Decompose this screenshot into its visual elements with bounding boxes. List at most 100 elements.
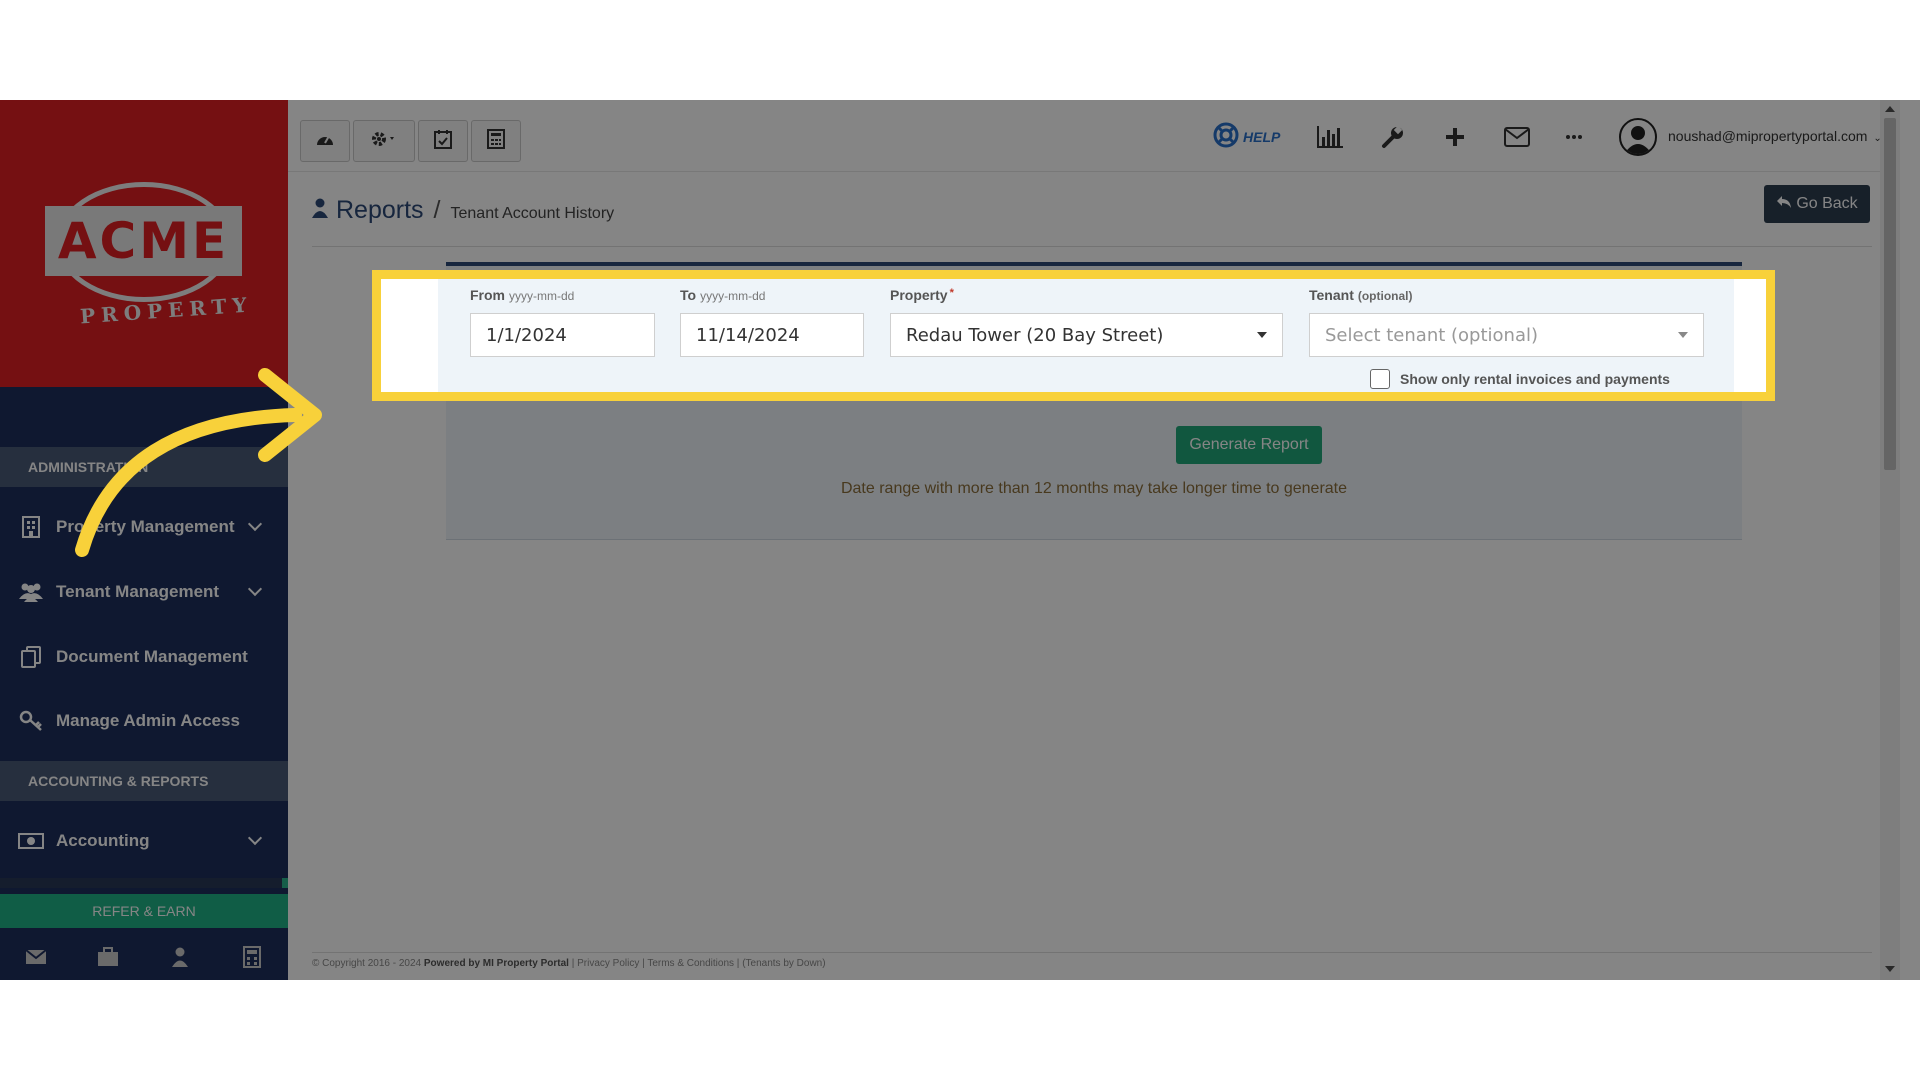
user-menu[interactable]: noushad@mipropertyportal.com ⌄ [1668, 128, 1882, 144]
screen: ACME PROPERTY ADMINISTRATION Property Ma… [0, 100, 1920, 980]
briefcase-icon[interactable] [93, 944, 123, 970]
sidebar-divider [0, 878, 288, 888]
highlight-box: From yyyy-mm-dd 1/1/2024 To yyyy-mm-dd 11/… [372, 270, 1775, 401]
scrollbar[interactable] [1880, 100, 1900, 980]
page-subtitle: Tenant Account History [450, 205, 615, 222]
to-date-input[interactable]: 11/14/2024 [680, 313, 864, 357]
go-back-label: Go Back [1796, 195, 1858, 212]
from-hint: yyyy-mm-dd [509, 289, 575, 303]
property-label: Property * [890, 287, 954, 303]
from-label: From yyyy-mm-dd [470, 287, 574, 303]
logo-subtext: PROPERTY [79, 292, 254, 329]
tenant-hint: (optional) [1357, 289, 1413, 303]
calendar-check-icon [434, 129, 452, 154]
caret-down-icon [1257, 332, 1267, 338]
to-hint: yyyy-mm-dd [700, 289, 766, 303]
calculator-icon[interactable] [237, 944, 267, 970]
breadcrumb-separator: / [433, 196, 441, 224]
sidebar-item-tenant-management[interactable]: Tenant Management [0, 562, 288, 622]
section-administration: ADMINISTRATION [0, 447, 288, 487]
sidebar-item-manage-admin-access[interactable]: Manage Admin Access [0, 691, 288, 751]
settings-dropdown-button[interactable] [353, 120, 415, 162]
footer: © Copyright 2016 - 2024 Powered by MI Pr… [312, 958, 826, 969]
gear-icon [370, 130, 398, 153]
scroll-down-icon[interactable] [1885, 966, 1895, 972]
terms-link[interactable]: Terms & Conditions [647, 958, 734, 969]
chevron-down-icon [247, 581, 263, 597]
dashboard-button[interactable] [300, 120, 350, 162]
life-ring-icon [1213, 122, 1239, 153]
sidebar-bottom-bar [0, 934, 288, 980]
building-icon [18, 516, 44, 538]
sidebar-item-document-management[interactable]: Document Management [0, 627, 288, 687]
refer-earn-button[interactable]: REFER & EARN [0, 894, 288, 928]
footer-divider [312, 952, 1872, 953]
rental-only-label: Show only rental invoices and payments [1400, 371, 1670, 387]
nav-spacer [0, 387, 288, 447]
go-back-button[interactable]: Go Back [1764, 185, 1870, 223]
user-icon [312, 198, 328, 223]
calculator-button[interactable] [471, 120, 521, 162]
date-range-warning: Date range with more than 12 months may … [840, 480, 1348, 497]
from-date-input[interactable]: 1/1/2024 [470, 313, 655, 357]
envelope-icon[interactable] [21, 944, 51, 970]
caret-down-icon [1678, 332, 1688, 338]
money-icon [18, 830, 44, 852]
sidebar-item-label: Manage Admin Access [56, 711, 240, 730]
sidebar-item-label: Property Management [56, 517, 235, 536]
tenant-label: Tenant (optional) [1309, 287, 1413, 303]
breadcrumb: Reports / Tenant Account History [312, 196, 614, 225]
from-date-value: 1/1/2024 [486, 324, 567, 346]
envelope-icon[interactable] [1504, 122, 1530, 152]
rental-only-checkbox[interactable] [1370, 369, 1390, 389]
plus-icon[interactable] [1444, 122, 1466, 152]
scroll-thumb[interactable] [1884, 118, 1896, 470]
page-title: Reports [336, 196, 424, 224]
sidebar-item-accounting[interactable]: Accounting [0, 811, 288, 871]
tenant-label-text: Tenant [1309, 287, 1354, 303]
documents-icon [18, 646, 44, 668]
users-icon [18, 581, 44, 603]
sidebar-item-label: Tenant Management [56, 582, 220, 601]
tenant-select[interactable]: Select tenant (optional) [1309, 313, 1704, 357]
user-icon[interactable] [165, 944, 195, 970]
calculator-icon [487, 128, 505, 154]
highlight-inner: From yyyy-mm-dd 1/1/2024 To yyyy-mm-dd 11/… [381, 279, 1766, 392]
generate-report-button[interactable]: Generate Report [1176, 426, 1322, 464]
avatar[interactable] [1619, 118, 1657, 156]
help-button[interactable]: HELP [1213, 122, 1280, 152]
sidebar: ACME PROPERTY ADMINISTRATION Property Ma… [0, 100, 288, 980]
property-select[interactable]: Redau Tower (20 Bay Street) [890, 313, 1283, 357]
to-label-text: To [680, 287, 697, 303]
rental-only-option[interactable]: Show only rental invoices and payments [1370, 369, 1670, 389]
to-date-value: 11/14/2024 [696, 324, 800, 346]
privacy-link[interactable]: Privacy Policy [577, 958, 639, 969]
chevron-down-icon [247, 516, 263, 532]
sidebar-item-property-management[interactable]: Property Management [0, 497, 288, 557]
tenant-placeholder: Select tenant (optional) [1325, 324, 1539, 346]
logo-text: ACME [57, 212, 230, 270]
dashboard-icon [315, 131, 335, 152]
footer-powered[interactable]: Powered by MI Property Portal [424, 958, 569, 969]
scroll-up-icon[interactable] [1885, 106, 1895, 112]
section-accounting-reports: ACCOUNTING & REPORTS [0, 761, 288, 801]
chevron-down-icon [247, 830, 263, 846]
reply-icon [1776, 195, 1792, 214]
calendar-button[interactable] [418, 120, 468, 162]
bar-chart-icon[interactable] [1316, 122, 1344, 152]
ellipsis-icon[interactable] [1565, 122, 1583, 152]
sidebar-item-label: Accounting [56, 831, 150, 850]
report-filter-form: From yyyy-mm-dd 1/1/2024 To yyyy-mm-dd 11/… [438, 279, 1734, 392]
footer-tenants: (Tenants by Down) [742, 958, 826, 969]
topbar: HELP noushad@mipropertyportal.com ⌄ [288, 100, 1900, 172]
header-divider [312, 246, 1872, 247]
logo[interactable]: ACME PROPERTY [0, 100, 288, 387]
to-label: To yyyy-mm-dd [680, 287, 765, 303]
wrench-icon[interactable] [1381, 122, 1405, 152]
user-email: noushad@mipropertyportal.com [1668, 128, 1868, 144]
footer-copyright: © Copyright 2016 - 2024 [312, 958, 422, 969]
help-label: HELP [1243, 129, 1281, 145]
key-icon [18, 710, 44, 732]
property-selected-value: Redau Tower (20 Bay Street) [906, 324, 1164, 346]
property-label-text: Property [890, 287, 948, 303]
